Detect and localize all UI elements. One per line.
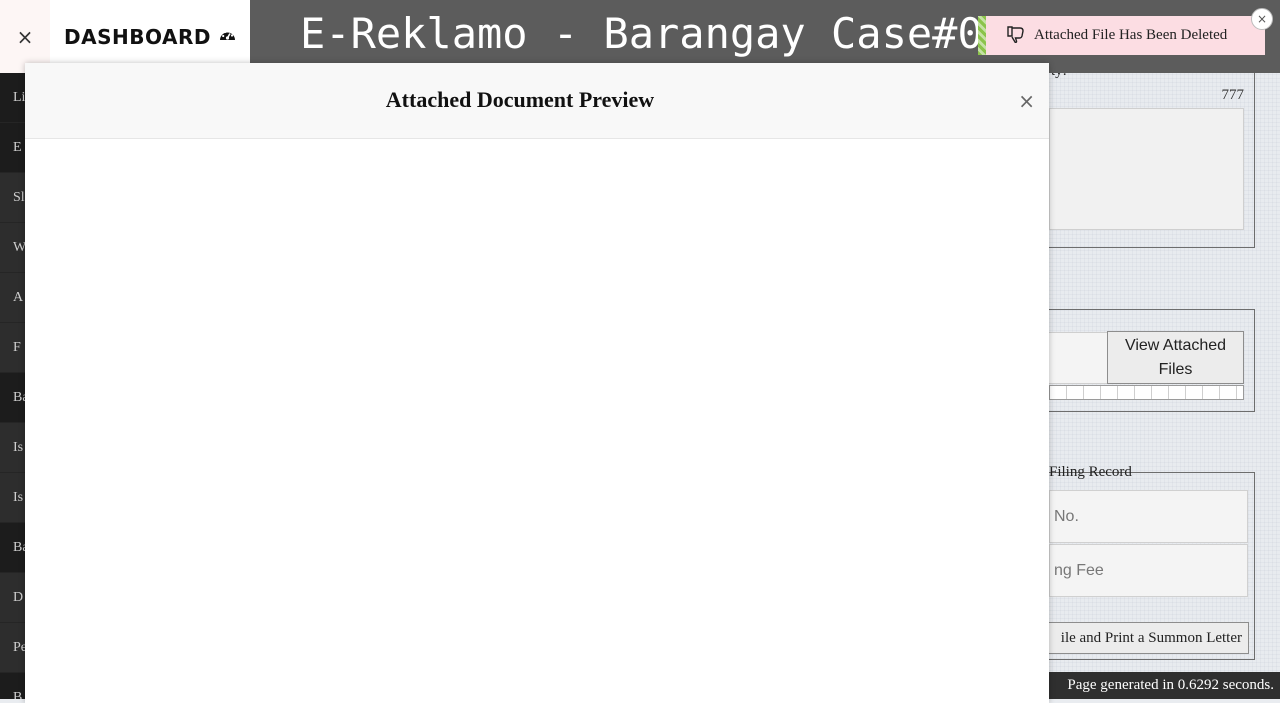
sidebar-item[interactable]: Li [0, 73, 25, 123]
toast-notification: Attached File Has Been Deleted [978, 16, 1265, 55]
toast-message: Attached File Has Been Deleted [1034, 27, 1228, 43]
toast-close-button[interactable]: × [1251, 8, 1273, 30]
speedometer-icon [219, 27, 236, 46]
close-icon: × [16, 24, 34, 49]
modal-title: Attached Document Preview [385, 87, 655, 112]
dashboard-label: DASHBOARD [64, 24, 211, 49]
sidebar: Li E Sl W A F Ba Is Is Ba D Pe B [0, 73, 25, 699]
complaint-textarea[interactable] [1049, 108, 1244, 230]
page-generation-time: Page generated in 0.6292 seconds. [1067, 677, 1274, 693]
footer: Page generated in 0.6292 seconds. [1049, 672, 1280, 699]
file-and-print-summon-button[interactable]: ile and Print a Summon Letter [1049, 622, 1249, 654]
sidebar-item[interactable]: Pe [0, 623, 25, 673]
toast-accent-stripe [978, 16, 986, 55]
sidebar-item[interactable]: Is [0, 473, 25, 523]
sidebar-item[interactable]: A [0, 273, 25, 323]
sidebar-item[interactable]: D [0, 573, 25, 623]
sidebar-item[interactable]: Is [0, 423, 25, 473]
modal-close-button[interactable]: × [1018, 89, 1035, 113]
modal-header: Attached Document Preview × [25, 63, 1049, 139]
character-counter: 777 [1221, 87, 1245, 103]
sidebar-item[interactable]: B [0, 673, 25, 699]
page-title: E-Reklamo - Barangay Case#01 S. [300, 9, 1040, 58]
document-preview-modal: Attached Document Preview × [25, 63, 1049, 703]
sidebar-item[interactable]: E [0, 123, 25, 173]
filing-record-legend: Filing Record [1049, 464, 1132, 480]
case-form-panel: ty: 777 View Attached Files Filing Recor… [1049, 63, 1280, 699]
upload-progress-bar [1049, 385, 1244, 400]
sidebar-item[interactable]: W [0, 223, 25, 273]
filing-fee-input[interactable]: ng Fee [1049, 544, 1248, 597]
thumbs-down-icon [1006, 25, 1026, 47]
case-number-input[interactable]: No. [1049, 490, 1248, 543]
document-preview-area [25, 139, 1049, 703]
sidebar-item[interactable]: Ba [0, 373, 25, 423]
view-attached-files-button[interactable]: View Attached Files [1107, 331, 1244, 384]
sidebar-item[interactable]: Sl [0, 173, 25, 223]
sidebar-item[interactable]: F [0, 323, 25, 373]
sidebar-item[interactable]: Ba [0, 523, 25, 573]
file-input[interactable] [1049, 332, 1107, 384]
